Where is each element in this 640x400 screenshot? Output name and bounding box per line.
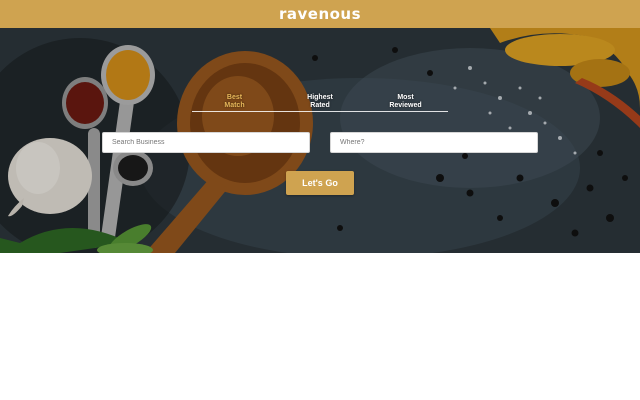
tab-highest-rated[interactable]: Highest Rated [278,94,363,110]
search-fields [102,132,538,153]
tab-most-reviewed[interactable]: Most Reviewed [363,94,448,110]
ravenous-app: ravenous Best Match Highest Rated Most R… [0,0,640,400]
top-bar: ravenous [0,0,640,28]
results-area [0,253,640,400]
tab-best-match[interactable]: Best Match [192,94,277,110]
tab-best-match-label-line1: Best [226,94,243,101]
tab-most-reviewed-label-line1: Most [397,94,414,101]
tab-best-match-label-line2: Match [224,102,245,109]
search-hero: Best Match Highest Rated Most Reviewed L… [0,28,640,253]
tab-most-reviewed-label-line2: Reviewed [389,102,422,109]
app-logo: ravenous [278,5,362,23]
location-input[interactable] [330,132,538,153]
sort-options: Best Match Highest Rated Most Reviewed [192,94,448,112]
tab-highest-rated-label-line2: Rated [310,102,330,109]
tab-highest-rated-label-line1: Highest [307,94,333,101]
lets-go-button[interactable]: Let's Go [286,171,354,195]
business-search-input[interactable] [102,132,310,153]
